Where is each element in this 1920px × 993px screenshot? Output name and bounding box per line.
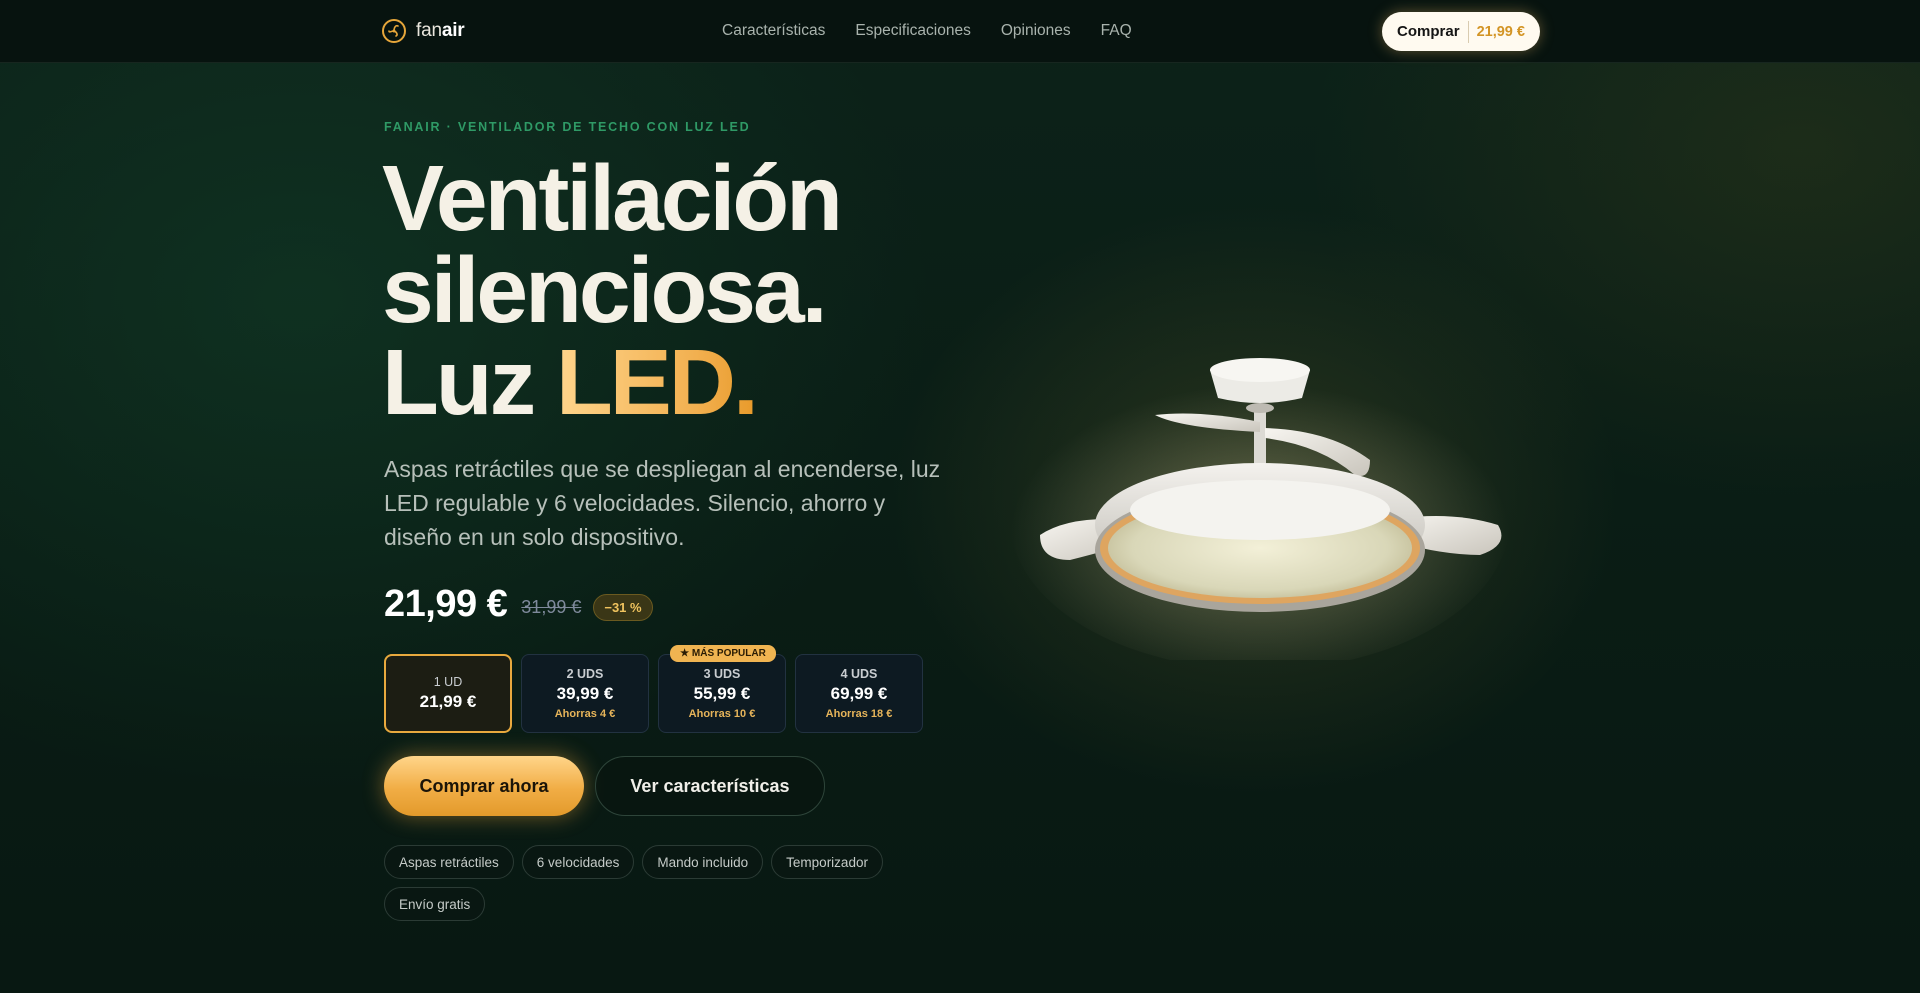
headline-line-1: Ventilación xyxy=(382,146,843,250)
feature-chip: Mando incluido xyxy=(642,845,764,879)
nav-link-caracteristicas[interactable]: Características xyxy=(722,22,825,40)
nav-link-especificaciones[interactable]: Especificaciones xyxy=(855,22,970,40)
pack-option-2[interactable]: 2 UDS 39,99 € Ahorras 4 € xyxy=(521,654,649,733)
brand-name: fanair xyxy=(416,20,465,41)
pack-qty: 4 UDS xyxy=(840,667,878,681)
feature-chip: Envío gratis xyxy=(384,887,486,921)
hero-eyebrow: FANAIR · VENTILADOR DE TECHO CON LUZ LED xyxy=(384,120,751,134)
hero-headline: Ventilación silenciosa. Luz LED. xyxy=(382,146,843,429)
price-row: 21,99 € 31,99 € −31 % xyxy=(384,583,653,626)
pack-qty: 2 UDS xyxy=(566,667,604,681)
main-menu: Características Especificaciones Opinion… xyxy=(722,22,1132,40)
pack-saving: Ahorras 18 € xyxy=(825,708,893,720)
nav-link-opiniones[interactable]: Opiniones xyxy=(1001,22,1071,40)
fan-icon xyxy=(382,19,406,43)
pack-price: 21,99 € xyxy=(419,692,477,711)
feature-chip: 6 velocidades xyxy=(521,845,635,879)
brand-logo[interactable]: fanair xyxy=(382,19,465,43)
headline-line-2: silenciosa. xyxy=(382,238,828,342)
nav-buy-button[interactable]: Comprar 21,99 € xyxy=(1382,12,1540,51)
headline-line-3-plain: Luz xyxy=(382,330,556,434)
nav-buy-price: 21,99 € xyxy=(1476,23,1525,40)
pack-price: 55,99 € xyxy=(693,684,751,703)
pack-option-4[interactable]: 4 UDS 69,99 € Ahorras 18 € xyxy=(795,654,923,733)
pack-price: 39,99 € xyxy=(556,684,614,703)
pack-price: 69,99 € xyxy=(830,684,888,703)
current-price: 21,99 € xyxy=(384,583,508,625)
pack-option-1[interactable]: 1 UD 21,99 € xyxy=(384,654,512,733)
feature-chip: Aspas retráctiles xyxy=(384,845,514,879)
top-navbar: fanair Características Especificaciones … xyxy=(0,0,1920,63)
hero-description: Aspas retráctiles que se despliegan al e… xyxy=(384,456,941,550)
headline-accent: LED. xyxy=(555,330,759,434)
ceiling-fan-product-image xyxy=(1010,358,1510,660)
pack-selector: 1 UD 21,99 € 2 UDS 39,99 € Ahorras 4 € ★… xyxy=(384,645,923,733)
pack-saving: Ahorras 10 € xyxy=(688,708,756,720)
old-price: 31,99 € xyxy=(521,597,582,617)
discount-badge: −31 % xyxy=(593,594,653,621)
popular-ribbon: ★ MÁS POPULAR xyxy=(670,645,776,662)
feature-chips: Aspas retráctiles 6 velocidades Mando in… xyxy=(384,845,944,921)
headline-line-3: Luz LED. xyxy=(382,336,840,429)
pack-qty: 3 UDS xyxy=(703,667,741,681)
pack-option-3[interactable]: ★ MÁS POPULAR 3 UDS 55,99 € Ahorras 10 € xyxy=(658,645,786,733)
nav-buy-divider xyxy=(1467,20,1469,43)
nav-link-faq[interactable]: FAQ xyxy=(1101,22,1132,40)
buy-now-button[interactable]: Comprar ahora xyxy=(384,756,584,816)
pack-saving: Ahorras 4 € xyxy=(554,708,616,720)
nav-buy-label: Comprar xyxy=(1397,23,1460,40)
see-features-button[interactable]: Ver características xyxy=(595,756,825,816)
feature-chip: Temporizador xyxy=(771,845,883,879)
pack-qty: 1 UD xyxy=(433,675,463,689)
